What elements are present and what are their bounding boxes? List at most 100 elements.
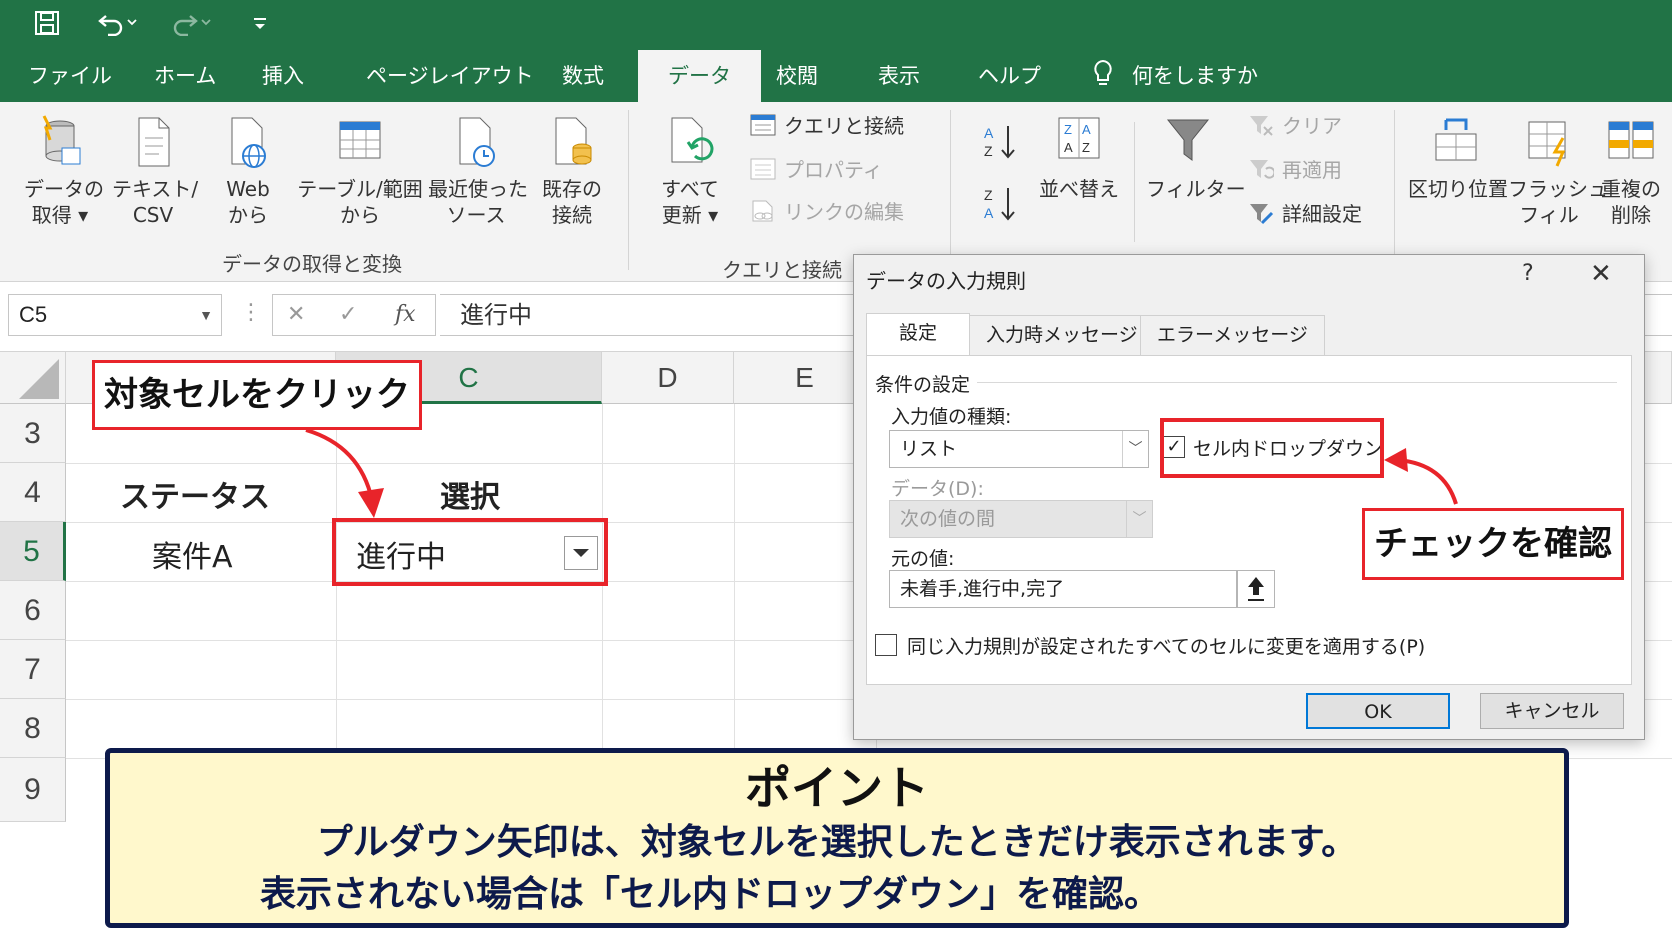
from-table-line2: から xyxy=(340,203,380,227)
group-separator xyxy=(1394,110,1395,270)
get-data-button[interactable]: データの 取得 ▾ xyxy=(24,114,104,228)
existing-connections-button[interactable]: 既存の 接続 xyxy=(532,114,612,228)
undo-icon[interactable] xyxy=(98,10,138,43)
clear-filter-button[interactable]: クリア xyxy=(1248,112,1342,140)
row-header-3[interactable]: 3 xyxy=(0,404,66,463)
row-header-4[interactable]: 4 xyxy=(0,463,66,522)
tab-data[interactable]: データ xyxy=(638,50,761,102)
sort-ascending-button[interactable]: AZ xyxy=(982,122,1018,168)
reapply-filter-label: 再適用 xyxy=(1282,158,1342,182)
cell-b4[interactable]: ステータス xyxy=(120,472,270,516)
queries-connections-button[interactable]: クエリと接続 xyxy=(750,112,904,140)
group-separator xyxy=(950,110,951,270)
tab-file[interactable]: ファイル xyxy=(28,50,112,102)
cell-b5[interactable]: 案件A xyxy=(152,532,233,576)
select-all-corner[interactable] xyxy=(0,352,66,404)
row-header-6[interactable]: 6 xyxy=(0,581,66,640)
from-web-line2: から xyxy=(228,203,268,227)
redo-icon[interactable] xyxy=(172,10,212,43)
properties-icon xyxy=(750,158,776,180)
text-file-icon xyxy=(138,117,170,167)
chevron-down-icon: ﹀ xyxy=(1126,501,1152,537)
range-picker-button[interactable] xyxy=(1237,570,1275,608)
connection-file-icon xyxy=(555,117,592,165)
tab-error-alert[interactable]: エラーメッセージ xyxy=(1140,315,1325,355)
advanced-filter-icon xyxy=(1250,204,1274,225)
properties-label: プロパティ xyxy=(784,158,883,182)
advanced-filter-button[interactable]: 詳細設定 xyxy=(1248,200,1362,228)
source-input[interactable]: 未着手,進行中,完了 xyxy=(889,570,1237,608)
customize-icon[interactable] xyxy=(252,10,268,43)
name-box[interactable]: C5 ▼ xyxy=(8,294,222,336)
from-table-button[interactable]: テーブル/範囲 から xyxy=(296,114,424,228)
cancel-icon[interactable]: ✕ xyxy=(287,295,305,335)
checkbox-highlight xyxy=(1160,418,1384,478)
edit-links-button[interactable]: リンクの編集 xyxy=(750,198,904,226)
tab-view[interactable]: 表示 xyxy=(878,50,920,102)
point-title: ポイント xyxy=(745,761,929,815)
from-table-line1: テーブル/範囲 xyxy=(297,177,423,201)
row-header-7[interactable]: 7 xyxy=(0,640,66,699)
text-csv-line1: テキスト/ xyxy=(112,177,199,201)
sort-ascending-icon: AZ xyxy=(984,125,1015,159)
queries-connections-label: クエリと接続 xyxy=(784,114,904,138)
row-header-8[interactable]: 8 xyxy=(0,699,66,758)
title-bar xyxy=(0,0,1672,50)
edit-links-icon xyxy=(752,200,773,222)
sort-button[interactable]: ZAAZ 並べ替え xyxy=(1036,114,1122,202)
close-button[interactable]: ✕ xyxy=(1590,259,1612,289)
data-validation-dialog: データの入力規則 ? ✕ 設定 入力時メッセージ エラーメッセージ 条件の設定 … xyxy=(853,254,1645,740)
check-callout: チェックを確認 xyxy=(1362,508,1624,580)
tab-formulas[interactable]: 数式 xyxy=(562,50,604,102)
tab-insert[interactable]: 挿入 xyxy=(262,50,304,102)
remove-duplicates-line1: 重複の xyxy=(1601,177,1661,201)
svg-text:A: A xyxy=(984,125,994,141)
data-operator-select[interactable]: 次の値の間 ﹀ xyxy=(889,500,1153,538)
flash-fill-button[interactable]: フラッシュ フィル xyxy=(1508,114,1608,228)
tab-page-layout[interactable]: ページレイアウト xyxy=(366,50,534,102)
data-label: データ(D): xyxy=(891,478,984,500)
svg-text:Z: Z xyxy=(984,187,993,203)
recent-sources-line2: ソース xyxy=(446,203,506,227)
from-web-button[interactable]: Web から xyxy=(212,114,284,228)
allow-label: 入力値の種類: xyxy=(891,406,1012,428)
point-box: ポイント プルダウン矢印は、対象セルを選択したときだけ表示されます。 表示されな… xyxy=(105,748,1569,928)
queries-icon xyxy=(750,114,776,136)
filter-button[interactable]: フィルター xyxy=(1146,114,1246,202)
apply-all-checkbox[interactable] xyxy=(875,634,897,656)
row-header-9[interactable]: 9 xyxy=(0,758,66,822)
properties-button[interactable]: プロパティ xyxy=(750,156,883,184)
sort-descending-button[interactable]: ZA xyxy=(982,184,1018,230)
save-icon[interactable] xyxy=(34,10,60,43)
dialog-title: データの入力規則 xyxy=(866,269,1026,293)
text-csv-button[interactable]: テキスト/ CSV xyxy=(112,114,198,228)
row-header-5[interactable]: 5 xyxy=(0,522,66,581)
tell-me-label: 何をしますか xyxy=(1132,64,1258,88)
tab-help[interactable]: ヘルプ xyxy=(978,50,1041,102)
tab-home[interactable]: ホーム xyxy=(154,50,216,102)
recent-file-icon xyxy=(459,117,495,167)
chevron-down-icon[interactable]: ▼ xyxy=(199,295,213,335)
recent-sources-line1: 最近使った xyxy=(428,177,528,201)
tell-me-box[interactable]: 何をしますか xyxy=(1092,50,1258,102)
more-options-icon: ⋮ xyxy=(240,300,262,325)
remove-duplicates-button[interactable]: 重複の 削除 xyxy=(1596,114,1666,228)
tab-input-message[interactable]: 入力時メッセージ xyxy=(969,315,1155,355)
ok-button[interactable]: OK xyxy=(1306,693,1450,729)
allow-select[interactable]: リスト ﹀ xyxy=(889,430,1149,468)
group-separator xyxy=(628,110,629,270)
cell-c4[interactable]: 選択 xyxy=(440,472,500,516)
cancel-button[interactable]: キャンセル xyxy=(1480,693,1624,729)
svg-text:A: A xyxy=(984,205,994,221)
text-to-columns-button[interactable]: 区切り位置 xyxy=(1408,114,1508,202)
text-to-columns-icon xyxy=(1435,118,1477,161)
refresh-all-button[interactable]: すべて 更新 ▾ xyxy=(646,114,734,228)
tab-settings[interactable]: 設定 xyxy=(866,313,970,357)
tab-review[interactable]: 校閲 xyxy=(776,50,818,102)
reapply-filter-button[interactable]: 再適用 xyxy=(1248,156,1342,184)
fx-icon[interactable]: fx xyxy=(395,295,416,335)
recent-sources-button[interactable]: 最近使った ソース xyxy=(428,114,528,228)
enter-icon[interactable]: ✓ xyxy=(339,295,357,335)
column-header-d[interactable]: D xyxy=(602,352,734,404)
help-button[interactable]: ? xyxy=(1522,261,1534,286)
